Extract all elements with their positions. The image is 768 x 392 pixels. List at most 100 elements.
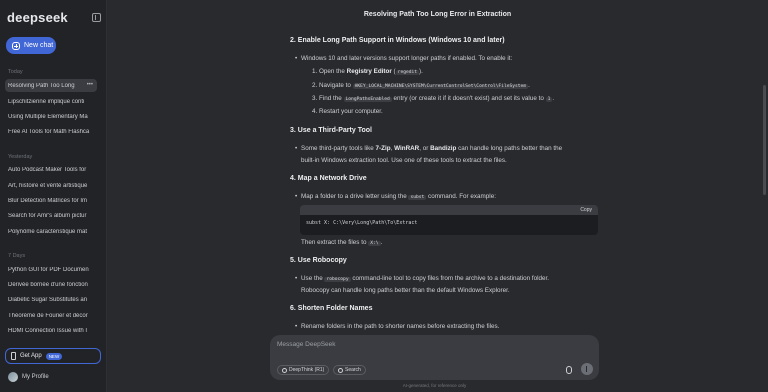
- chat-item[interactable]: Free AI Tools for Math Flashca: [5, 125, 97, 138]
- chat-item-label: Théorème de Fourier et décor: [8, 312, 88, 319]
- chat-item[interactable]: HDMI Connection Issue with I: [5, 324, 97, 337]
- chat-item-label: HDMI Connection Issue with I: [8, 327, 88, 334]
- chat-item[interactable]: Resolving Path Too Long •••: [5, 79, 97, 92]
- text: command-line tool to copy files from the…: [350, 275, 550, 282]
- chat-item-label: Diabetic Sugar Substitutes an: [8, 296, 88, 303]
- profile-label: My Profile: [22, 374, 49, 380]
- chat-item-label: Polynôme caractéristique mat: [8, 228, 88, 235]
- section-label-yesterday: Yesterday: [8, 154, 33, 160]
- text: can handle long paths better than the: [456, 145, 563, 152]
- inline-code: regedit: [395, 70, 420, 75]
- list-item: 1. Open the Registry Editor (regedit).: [312, 68, 423, 75]
- new-chat-icon: [12, 41, 20, 50]
- inline-code: 1: [545, 97, 553, 102]
- chat-item[interactable]: Python GUI for PDF Documen: [5, 263, 97, 276]
- search-label: Search: [345, 367, 361, 373]
- paragraph: Rename folders in the path to shorter na…: [295, 322, 499, 331]
- get-app-button[interactable]: Get App NEW: [5, 348, 101, 364]
- scrollbar[interactable]: [763, 85, 766, 195]
- chat-item[interactable]: Dérivée bornée d'une fonction: [5, 278, 97, 291]
- bold-text: WinRAR: [394, 145, 420, 152]
- conversation-title: Resolving Path Too Long Error in Extract…: [363, 11, 512, 18]
- chat-item-label: Resolving Path Too Long: [8, 82, 75, 89]
- chat-item-label: Lipschitzienne implique conti: [8, 98, 85, 105]
- copy-button[interactable]: Copy: [580, 207, 592, 213]
- paragraph: Windows 10 and later versions support lo…: [295, 54, 513, 63]
- section-label-7days: 7 Days: [8, 253, 26, 259]
- inline-code: robocopy: [324, 277, 351, 282]
- paragraph: built-in Windows extraction tool. Use on…: [301, 157, 507, 164]
- attach-icon[interactable]: [566, 366, 572, 374]
- list-item: 2. Navigate to HKEY_LOCAL_MACHINE\SYSTEM…: [312, 82, 530, 89]
- chat-item-label: Python GUI for PDF Documen: [8, 266, 89, 273]
- new-badge: NEW: [45, 352, 63, 360]
- chat-item-label: Auto Podcast Maker Tools for: [8, 166, 87, 173]
- chat-item[interactable]: Lipschitzienne implique conti: [5, 95, 97, 108]
- my-profile-button[interactable]: My Profile: [8, 372, 49, 382]
- paragraph-text: Windows 10 and later versions support lo…: [301, 55, 513, 62]
- code-block: Copy subst X: C:\Very\Long\Path\To\Extra…: [300, 205, 598, 235]
- phone-icon: [11, 352, 16, 360]
- code-block-body: subst X: C:\Very\Long\Path\To\Extract: [300, 215, 598, 235]
- globe-icon: [338, 367, 343, 373]
- paragraph: Then extract the files to X:\.: [301, 239, 383, 246]
- list-item: 4. Restart your computer.: [312, 108, 383, 115]
- text: Map a folder to a drive letter using the: [301, 193, 409, 200]
- section-label-today: Today: [8, 69, 23, 75]
- paragraph: Some third-party tools like 7-Zip, WinRA…: [295, 144, 563, 153]
- chat-item-label: Dérivée bornée d'une fonction: [8, 281, 88, 288]
- text: command. For example:: [426, 193, 496, 200]
- bold-text: Registry Editor: [346, 68, 392, 75]
- disclaimer: AI-generated, for reference only: [402, 383, 467, 388]
- section-heading: 3. Use a Third-Party Tool: [290, 127, 372, 134]
- paragraph: Robocopy can handle long paths better th…: [301, 287, 510, 294]
- chat-item[interactable]: Diabetic Sugar Substitutes an: [5, 293, 97, 306]
- paragraph: Use the robocopy command-line tool to co…: [295, 274, 550, 284]
- section-heading: 6. Shorten Folder Names: [290, 305, 373, 312]
- section-heading: 5. Use Robocopy: [290, 257, 347, 264]
- new-chat-button[interactable]: New chat: [6, 37, 56, 54]
- code-block-header: Copy: [300, 205, 598, 215]
- deepthink-button[interactable]: DeepThink (R1): [277, 365, 330, 375]
- chat-item-label: Using Multiple Elementary Ma: [8, 113, 88, 120]
- inline-code: HKEY_LOCAL_MACHINE\SYSTEM\CurrentControl…: [352, 84, 529, 89]
- text: Use the: [301, 275, 325, 282]
- text: Then extract the files to: [301, 239, 369, 246]
- chat-item[interactable]: Blur Detection Matrices for Im: [5, 194, 97, 207]
- inline-code: LongPathsEnabled: [343, 97, 392, 102]
- chat-item[interactable]: Auto Podcast Maker Tools for: [5, 163, 97, 176]
- chat-item[interactable]: Théorème de Fourier et décor: [5, 309, 97, 322]
- chat-item[interactable]: Polynôme caractéristique mat: [5, 225, 97, 238]
- bold-text: 7-Zip: [375, 145, 391, 152]
- bold-text: Bandizip: [430, 145, 457, 152]
- chat-item[interactable]: Search for Amr's album pictur: [5, 209, 97, 222]
- text: Some third-party tools like: [301, 145, 376, 152]
- text: 2. Navigate to: [312, 82, 353, 89]
- chat-item-label: Free AI Tools for Math Flashca: [8, 128, 90, 135]
- inline-code: X:\: [368, 241, 381, 246]
- list-item: 3. Find the LongPathsEnabled entry (or c…: [312, 95, 555, 102]
- section-heading: 2. Enable Long Path Support in Windows (…: [290, 37, 505, 44]
- more-options-icon[interactable]: •••: [87, 82, 93, 88]
- paragraph: Map a folder to a drive letter using the…: [295, 192, 496, 202]
- search-button[interactable]: Search: [333, 365, 366, 375]
- avatar: [8, 372, 18, 382]
- new-chat-label: New chat: [24, 42, 54, 49]
- deepseek-logo[interactable]: deepseek: [7, 10, 68, 25]
- deepthink-icon: [282, 367, 287, 373]
- text: entry (or create it if it doesn't exist)…: [391, 95, 546, 102]
- text: 1. Open the: [312, 68, 347, 75]
- chat-item[interactable]: Art, histoire et vérité artistique: [5, 179, 97, 192]
- chat-item[interactable]: Using Multiple Elementary Ma: [5, 110, 97, 123]
- deepthink-label: DeepThink (R1): [289, 367, 325, 373]
- section-heading: 4. Map a Network Drive: [290, 175, 367, 182]
- chat-item-label: Art, histoire et vérité artistique: [8, 182, 88, 189]
- inline-code: subst: [408, 195, 427, 200]
- sidebar: deepseek New chat Today Resolving Path T…: [0, 0, 107, 392]
- collapse-sidebar-icon[interactable]: [92, 12, 101, 22]
- logo-row: deepseek: [7, 10, 101, 25]
- send-button[interactable]: [581, 363, 593, 375]
- chat-item-label: Blur Detection Matrices for Im: [8, 197, 88, 204]
- message-input[interactable]: Message DeepSeek: [277, 341, 336, 348]
- get-app-label: Get App: [20, 353, 42, 359]
